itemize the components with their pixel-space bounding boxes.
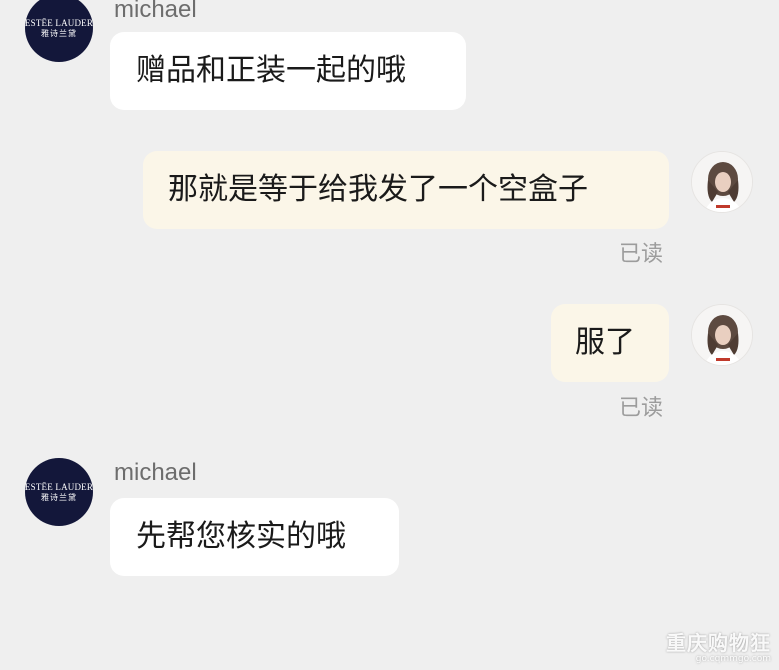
message-bubble-incoming[interactable]: 先帮您核实的哦 — [110, 498, 399, 576]
message-bubble-outgoing[interactable]: 那就是等于给我发了一个空盒子 — [143, 151, 669, 229]
watermark-title: 重庆购物狂 — [666, 631, 771, 655]
sender-name: michael — [114, 459, 197, 486]
user-avatar[interactable] — [691, 304, 753, 366]
user-avatar-photo-icon — [692, 152, 752, 212]
brand-avatar[interactable]: ESTĒE LAUDER 雅诗兰黛 — [25, 0, 93, 62]
brand-avatar-name-en: ESTĒE LAUDER — [24, 481, 94, 492]
user-avatar[interactable] — [691, 151, 753, 213]
user-avatar-photo-icon — [692, 305, 752, 365]
message-bubble-incoming[interactable]: 赠品和正装一起的哦 — [110, 32, 466, 110]
sender-name: michael — [114, 0, 197, 23]
watermark: 重庆购物狂 go.cqmmgo.com — [666, 632, 771, 664]
brand-avatar-name-cn: 雅诗兰黛 — [41, 28, 77, 38]
watermark-url: go.cqmmgo.com — [695, 654, 771, 664]
read-status: 已读 — [619, 242, 664, 267]
brand-avatar[interactable]: ESTĒE LAUDER 雅诗兰黛 — [25, 458, 93, 526]
brand-avatar-name-en: ESTĒE LAUDER — [24, 17, 94, 28]
message-bubble-outgoing[interactable]: 服了 — [551, 304, 669, 382]
read-status: 已读 — [619, 396, 664, 421]
brand-avatar-name-cn: 雅诗兰黛 — [41, 492, 77, 502]
